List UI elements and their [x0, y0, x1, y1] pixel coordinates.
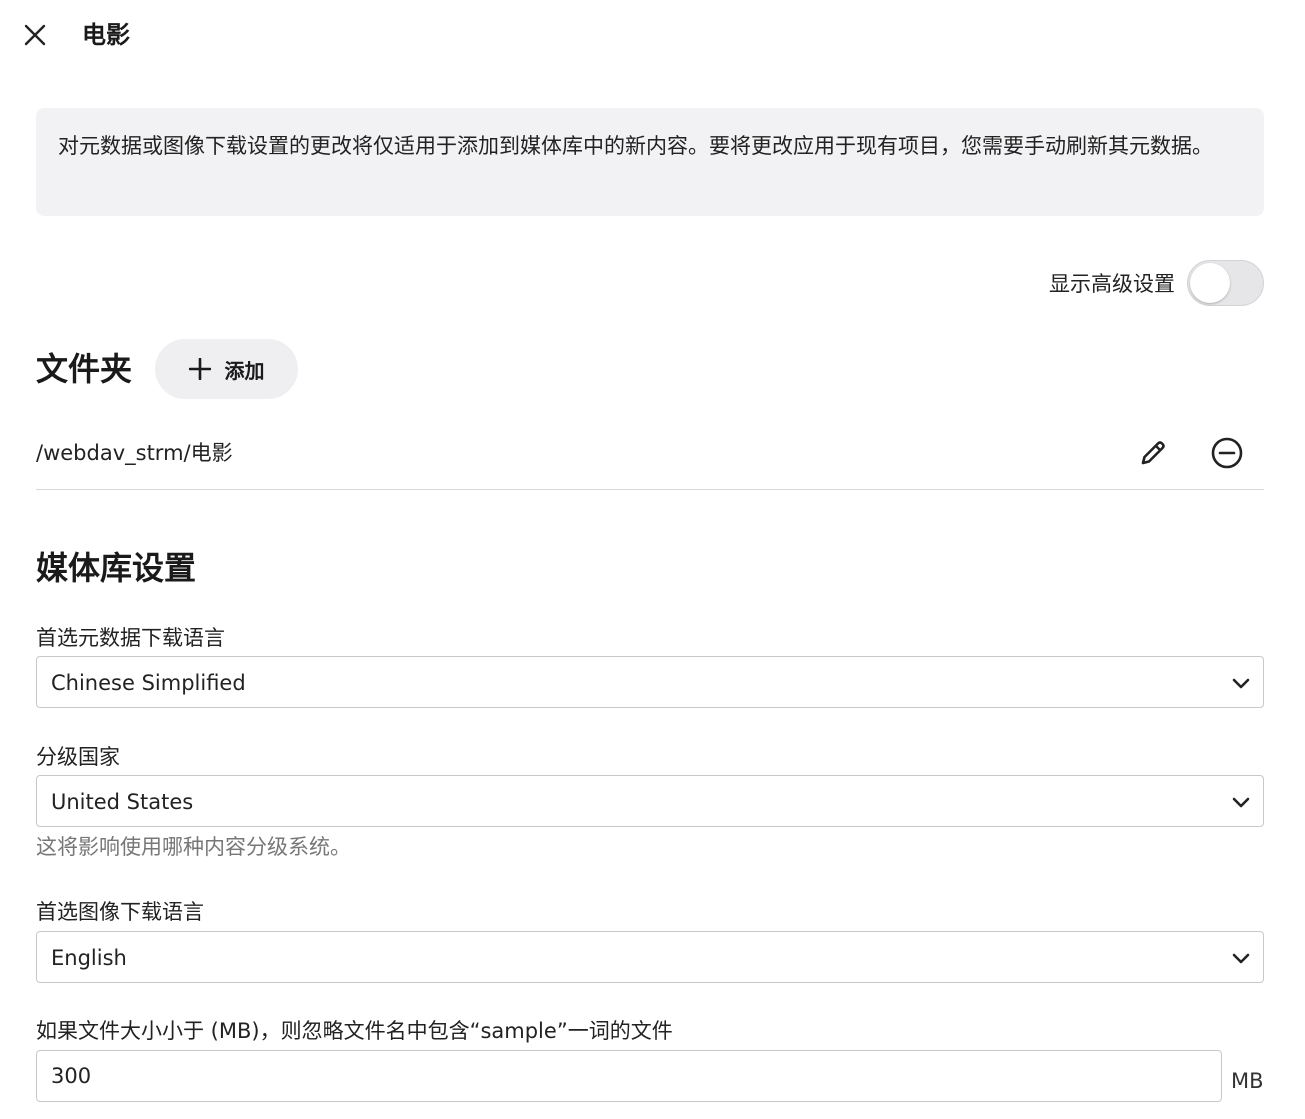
metadata-language-label: 首选元数据下载语言: [36, 626, 225, 650]
close-icon: [24, 24, 46, 46]
chevron-down-icon: [1232, 797, 1250, 808]
close-button[interactable]: [18, 18, 52, 52]
image-language-label: 首选图像下载语言: [36, 900, 204, 924]
sample-size-input[interactable]: [36, 1050, 1222, 1102]
metadata-notice: 对元数据或图像下载设置的更改将仅适用于添加到媒体库中的新内容。要将更改应用于现有…: [36, 108, 1264, 216]
chevron-down-icon: [1232, 953, 1250, 964]
advanced-settings-toggle[interactable]: [1187, 260, 1264, 306]
pencil-icon: [1141, 441, 1165, 465]
country-label: 分级国家: [36, 745, 120, 769]
country-help-text: 这将影响使用哪种内容分级系统。: [36, 835, 351, 859]
dialog-title: 电影: [82, 21, 130, 49]
sample-size-unit: MB: [1231, 1069, 1264, 1093]
sample-size-label: 如果文件大小小于 (MB)，则忽略文件名中包含“sample”一词的文件: [36, 1019, 673, 1043]
metadata-language-select[interactable]: Chinese Simplified: [36, 656, 1264, 708]
plus-icon: [188, 358, 211, 380]
folders-heading: 文件夹: [36, 350, 133, 388]
add-folder-label: 添加: [224, 358, 265, 383]
minus-circle-icon: [1211, 437, 1243, 469]
country-select[interactable]: United States: [36, 775, 1264, 827]
remove-folder-button[interactable]: [1206, 432, 1248, 474]
edit-folder-button[interactable]: [1132, 432, 1174, 474]
add-folder-button[interactable]: 添加: [155, 339, 298, 399]
dialog-header: 电影: [0, 0, 1305, 72]
chevron-down-icon: [1232, 678, 1250, 689]
advanced-settings-row: 显示高级设置: [1049, 260, 1264, 306]
advanced-settings-label: 显示高级设置: [1049, 272, 1175, 296]
image-language-select[interactable]: English: [36, 931, 1264, 983]
toggle-knob: [1190, 263, 1230, 303]
folder-path: /webdav_strm/电影: [36, 441, 233, 465]
image-language-value: English: [51, 946, 127, 970]
library-settings-heading: 媒体库设置: [36, 549, 197, 587]
folder-list-item: /webdav_strm/电影: [36, 416, 1264, 490]
country-value: United States: [51, 790, 194, 814]
metadata-language-value: Chinese Simplified: [51, 671, 246, 695]
